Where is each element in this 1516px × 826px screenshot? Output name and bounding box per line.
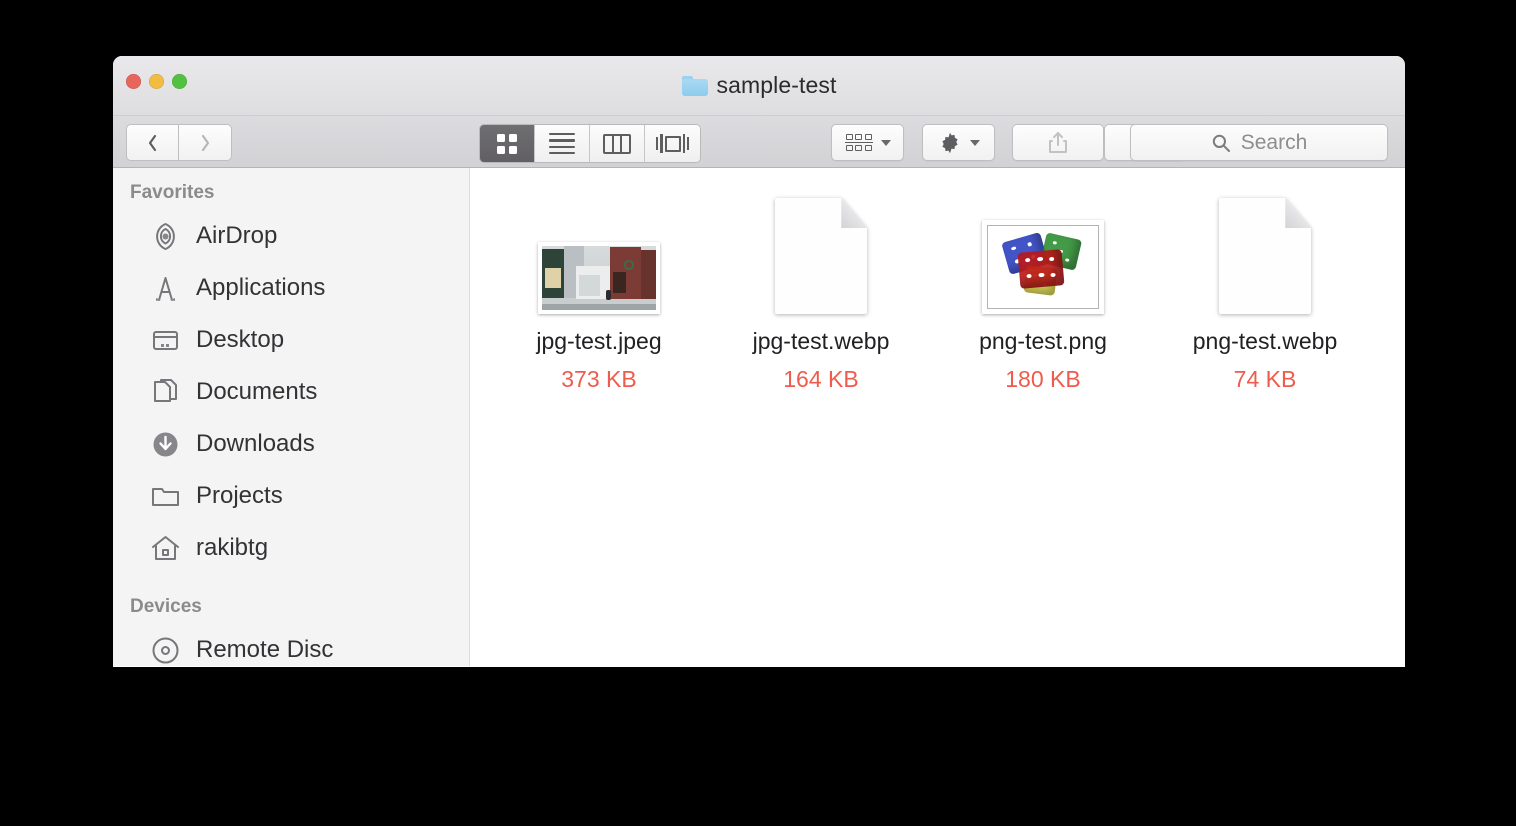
sidebar-item-label: Desktop <box>196 326 285 353</box>
chevron-left-icon <box>148 134 157 151</box>
sidebar-section-devices-header: Devices <box>130 596 202 617</box>
file-thumbnail <box>1219 196 1311 314</box>
sidebar-section-favorites-header: Favorites <box>130 182 215 203</box>
view-mode-icon[interactable] <box>480 125 535 162</box>
share-button[interactable] <box>1012 124 1104 161</box>
sidebar: Favorites AirDrop Applications Desktop D… <box>113 168 470 666</box>
file-thumbnail <box>775 196 867 314</box>
arrange-group-icon <box>844 133 873 152</box>
back-button[interactable] <box>126 124 179 161</box>
forward-button[interactable] <box>179 124 232 161</box>
finder-window: sample-test Search Favorites AirDrop App… <box>113 56 1405 667</box>
file-item[interactable]: png-test.webp 74 KB <box>1154 196 1376 393</box>
action-button[interactable] <box>922 124 995 161</box>
file-size: 74 KB <box>1233 366 1297 392</box>
file-item[interactable]: png-test.png 180 KB <box>932 196 1154 393</box>
page-title: sample-test <box>716 72 837 98</box>
file-size: 164 KB <box>783 366 859 392</box>
file-name: png-test.webp <box>1192 328 1338 354</box>
documents-icon <box>149 376 181 408</box>
sidebar-item-downloads[interactable]: Downloads <box>113 418 469 470</box>
file-browser-area[interactable]: jpg-test.jpeg 373 KB jpg-test.webp 164 K… <box>470 168 1405 666</box>
airdrop-icon <box>149 220 181 252</box>
gear-icon <box>941 132 958 153</box>
photo-dice-preview <box>982 220 1104 314</box>
file-thumbnail <box>538 196 660 314</box>
sidebar-item-label: Documents <box>196 378 318 405</box>
search-placeholder: Search <box>1240 130 1308 154</box>
desktop-background: sample-test Search Favorites AirDrop App… <box>0 0 1516 826</box>
search-icon <box>1212 134 1230 152</box>
sidebar-item-label: rakibtg <box>196 534 269 561</box>
desktop-icon <box>149 324 181 356</box>
search-input[interactable]: Search <box>1130 124 1388 161</box>
photo-street-preview <box>538 242 660 314</box>
chevron-down-icon <box>880 139 891 146</box>
applications-icon <box>149 272 181 304</box>
gallery-view-icon <box>655 134 690 153</box>
file-name: jpg-test.webp <box>752 328 890 354</box>
sidebar-item-projects[interactable]: Projects <box>113 470 469 522</box>
window-titlebar[interactable]: sample-test <box>113 56 1405 116</box>
sidebar-item-label: Downloads <box>196 430 315 457</box>
sidebar-item-applications[interactable]: Applications <box>113 262 469 314</box>
sidebar-item-label: Remote Disc <box>196 636 334 663</box>
home-icon <box>149 532 181 564</box>
blank-document-icon <box>1219 198 1311 314</box>
file-item[interactable]: jpg-test.jpeg 373 KB <box>488 196 710 393</box>
file-item[interactable]: jpg-test.webp 164 KB <box>710 196 932 393</box>
finder-toolbar: Search <box>113 116 1405 168</box>
chevron-right-icon <box>201 134 209 151</box>
sidebar-item-label: Projects <box>196 482 283 509</box>
view-mode-column[interactable] <box>590 125 645 162</box>
sidebar-item-documents[interactable]: Documents <box>113 366 469 418</box>
file-thumbnail <box>982 196 1104 314</box>
downloads-icon <box>149 428 181 460</box>
view-mode-segmented-control <box>479 124 701 163</box>
window-title-group: sample-test <box>113 72 1405 99</box>
file-name: png-test.png <box>979 328 1107 354</box>
blank-document-icon <box>775 198 867 314</box>
list-view-icon <box>549 132 575 155</box>
sidebar-item-label: AirDrop <box>196 222 278 249</box>
view-mode-list[interactable] <box>535 125 590 162</box>
sidebar-item-remote-disc[interactable]: Remote Disc <box>113 624 469 666</box>
file-grid: jpg-test.jpeg 373 KB jpg-test.webp 164 K… <box>470 168 1405 393</box>
folder-icon <box>149 480 181 512</box>
grid-view-icon <box>497 133 517 154</box>
arrange-button[interactable] <box>831 124 904 161</box>
disc-icon <box>149 634 181 666</box>
view-mode-gallery[interactable] <box>645 125 700 162</box>
window-body: Favorites AirDrop Applications Desktop D… <box>113 168 1405 666</box>
file-size: 373 KB <box>561 366 637 392</box>
folder-icon <box>681 75 708 96</box>
sidebar-item-rakibtg[interactable]: rakibtg <box>113 522 469 574</box>
file-name: jpg-test.jpeg <box>536 328 662 354</box>
sidebar-item-airdrop[interactable]: AirDrop <box>113 210 469 262</box>
share-icon <box>1049 131 1067 153</box>
navigation-buttons <box>126 124 232 161</box>
chevron-down-icon <box>969 139 980 146</box>
file-size: 180 KB <box>1005 366 1081 392</box>
sidebar-item-label: Applications <box>196 274 326 301</box>
sidebar-item-desktop[interactable]: Desktop <box>113 314 469 366</box>
column-view-icon <box>603 133 631 154</box>
